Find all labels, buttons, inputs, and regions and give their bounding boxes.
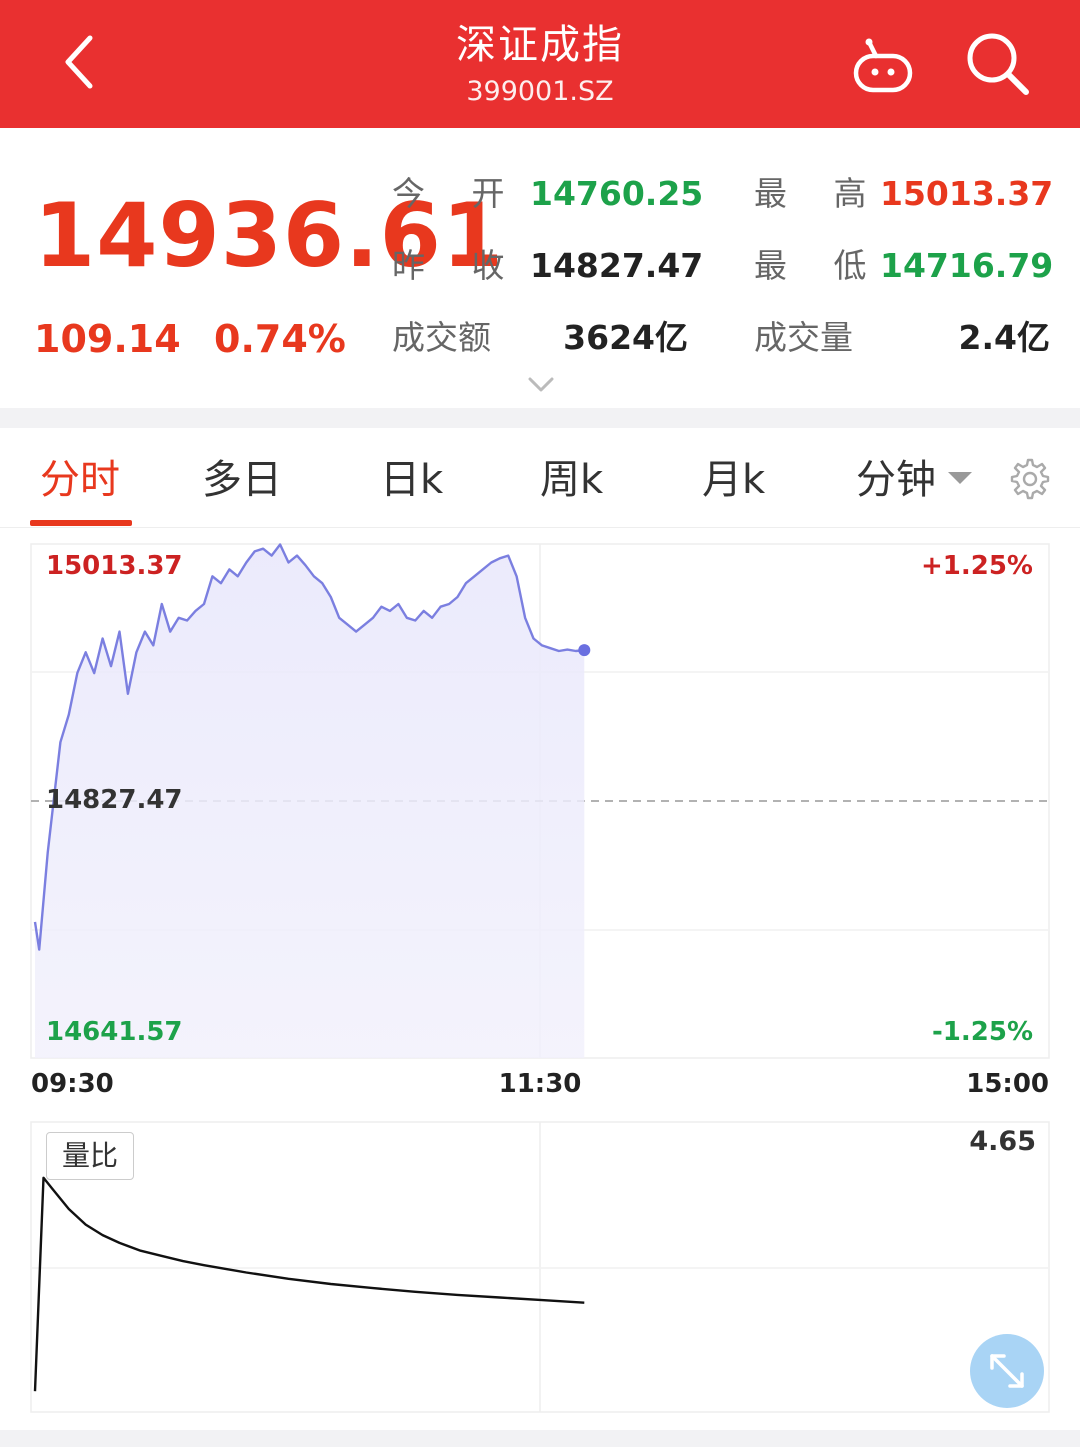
turnover-value: 3624亿 (563, 318, 688, 357)
bottom-divider (0, 1430, 1080, 1447)
pct-min-label: -1.25% (932, 1017, 1033, 1047)
stock-code: 399001.SZ (466, 76, 614, 107)
intraday-chart[interactable]: 15013.37 14827.47 14641.57 +1.25% -1.25%… (0, 530, 1080, 1430)
y-mid-label: 14827.47 (46, 785, 183, 815)
section-divider (0, 408, 1080, 428)
price-change-percent: 0.74% (214, 317, 346, 361)
high-label: 最 高 (754, 174, 885, 213)
active-tab-indicator (30, 520, 132, 526)
volume-ratio-indicator-label[interactable]: 量比 (46, 1132, 134, 1180)
page-title: 深证成指 (456, 22, 624, 68)
caret-down-icon (948, 472, 972, 484)
high-value: 15013.37 (880, 174, 1054, 213)
robot-icon (853, 38, 913, 93)
expand-quote-button[interactable] (526, 374, 556, 396)
tab-daily-k[interactable]: 日k (380, 452, 443, 508)
settings-button[interactable] (1006, 456, 1050, 500)
search-button[interactable] (960, 26, 1036, 102)
y-max-label: 15013.37 (46, 551, 183, 581)
x-label-close: 15:00 (966, 1069, 1049, 1099)
volume-label: 成交量 (754, 318, 853, 357)
app-header: 深证成指 399001.SZ (0, 0, 1080, 128)
low-label: 最 低 (754, 246, 885, 285)
prev-close-value: 14827.47 (530, 246, 704, 285)
gear-icon (1010, 458, 1050, 500)
volume-value: 2.4亿 (958, 318, 1050, 357)
pct-max-label: +1.25% (921, 551, 1033, 581)
search-icon (967, 33, 1029, 95)
tab-multi-day[interactable]: 多日 (202, 452, 282, 508)
minute-dropdown-button[interactable] (946, 470, 974, 486)
back-button[interactable] (52, 28, 112, 96)
fullscreen-button[interactable] (970, 1334, 1044, 1408)
low-value: 14716.79 (880, 246, 1054, 285)
open-label: 今 开 (392, 174, 523, 213)
volume-ratio-line (33, 1176, 585, 1392)
tab-intraday[interactable]: 分时 (40, 452, 120, 508)
volume-ratio-max-label: 4.65 (969, 1126, 1036, 1157)
tab-weekly-k[interactable]: 周k (540, 452, 603, 508)
turnover-label: 成交额 (392, 318, 491, 357)
open-value: 14760.25 (530, 174, 704, 213)
y-min-label: 14641.57 (46, 1017, 183, 1047)
tab-monthly-k[interactable]: 月k (702, 452, 765, 508)
expand-icon (990, 1354, 1024, 1388)
x-label-midday: 11:30 (499, 1069, 582, 1099)
chevron-left-icon (65, 35, 93, 89)
price-change: 109.14 (34, 317, 181, 361)
tab-minute[interactable]: 分钟 (856, 452, 936, 508)
chart-tabs: 分时 多日 日k 周k 月k 分钟 (0, 428, 1080, 528)
chevron-down-icon (528, 377, 554, 392)
x-label-open: 09:30 (31, 1069, 114, 1099)
latest-price-point (578, 644, 591, 657)
robot-button[interactable] (846, 34, 920, 98)
prev-close-label: 昨 收 (392, 246, 523, 285)
